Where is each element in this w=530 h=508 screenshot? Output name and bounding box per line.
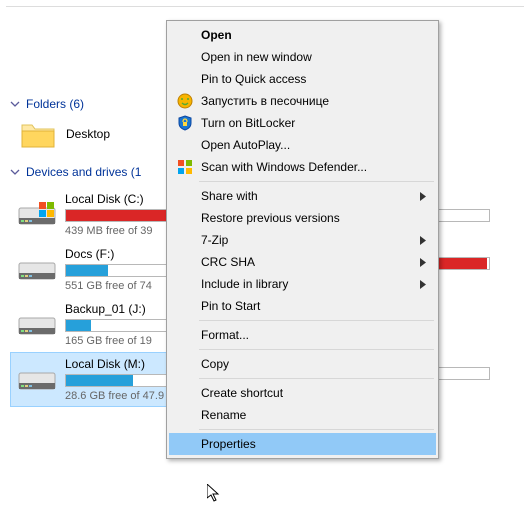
menu-item-format[interactable]: Format... <box>169 324 436 346</box>
hard-disk-icon <box>17 365 57 395</box>
hard-disk-icon <box>17 200 57 230</box>
menu-separator <box>199 378 434 379</box>
submenu-arrow-icon <box>420 258 426 267</box>
folder-label: Desktop <box>66 127 110 141</box>
menu-item-label: Restore previous versions <box>201 211 340 225</box>
mouse-cursor <box>207 484 223 504</box>
context-menu[interactable]: Open Open in new window Pin to Quick acces… <box>166 20 439 459</box>
menu-item-label: Open <box>201 28 232 42</box>
folder-desktop[interactable]: Desktop <box>20 119 160 149</box>
submenu-arrow-icon <box>420 236 426 245</box>
menu-item-scan-with-windows-defender[interactable]: Scan with Windows Defender... <box>169 156 436 178</box>
menu-item-label: CRC SHA <box>201 255 255 269</box>
menu-item-label: Запустить в песочнице <box>201 94 329 108</box>
menu-item-label: Include in library <box>201 277 288 291</box>
menu-item-label: Turn on BitLocker <box>201 116 295 130</box>
hard-disk-icon <box>17 310 57 340</box>
menu-item-label: Properties <box>201 437 256 451</box>
menu-separator <box>199 320 434 321</box>
menu-item-share-with[interactable]: Share with <box>169 185 436 207</box>
menu-item-label: Create shortcut <box>201 386 283 400</box>
devices-section-title: Devices and drives (1 <box>26 165 141 179</box>
menu-item-label: Share with <box>201 189 258 203</box>
menu-item-label: 7-Zip <box>201 233 228 247</box>
menu-item-copy[interactable]: Copy <box>169 353 436 375</box>
chevron-down-icon <box>10 167 20 177</box>
menu-item-label: Copy <box>201 357 229 371</box>
menu-item-include-in-library[interactable]: Include in library <box>169 273 436 295</box>
menu-item-create-shortcut[interactable]: Create shortcut <box>169 382 436 404</box>
menu-item-restore-previous-versions[interactable]: Restore previous versions <box>169 207 436 229</box>
menu-item-crc-sha[interactable]: CRC SHA <box>169 251 436 273</box>
menu-item-open-in-new-window[interactable]: Open in new window <box>169 46 436 68</box>
submenu-arrow-icon <box>420 192 426 201</box>
menu-item-open-autoplay[interactable]: Open AutoPlay... <box>169 134 436 156</box>
menu-item-label: Rename <box>201 408 246 422</box>
folder-icon <box>20 119 56 149</box>
menu-item-label: Scan with Windows Defender... <box>201 160 367 174</box>
menu-item-item[interactable]: Запустить в песочнице <box>169 90 436 112</box>
menu-item-turn-on-bitlocker[interactable]: Turn on BitLocker <box>169 112 436 134</box>
menu-separator <box>199 429 434 430</box>
menu-item-label: Open AutoPlay... <box>201 138 290 152</box>
bitlocker-icon <box>177 115 193 131</box>
menu-item-label: Pin to Quick access <box>201 72 306 86</box>
menu-item-label: Open in new window <box>201 50 312 64</box>
menu-item-rename[interactable]: Rename <box>169 404 436 426</box>
menu-separator <box>199 181 434 182</box>
menu-item-label: Format... <box>201 328 249 342</box>
menu-item-7-zip[interactable]: 7-Zip <box>169 229 436 251</box>
folders-section-title: Folders (6) <box>26 97 84 111</box>
menu-item-pin-to-start[interactable]: Pin to Start <box>169 295 436 317</box>
menu-separator <box>199 349 434 350</box>
sandbox-icon <box>177 93 193 109</box>
menu-item-label: Pin to Start <box>201 299 260 313</box>
menu-item-properties[interactable]: Properties <box>169 433 436 455</box>
defender-icon <box>177 159 193 175</box>
hard-disk-icon <box>17 255 57 285</box>
submenu-arrow-icon <box>420 280 426 289</box>
menu-item-open[interactable]: Open <box>169 24 436 46</box>
chevron-down-icon <box>10 99 20 109</box>
menu-item-pin-to-quick-access[interactable]: Pin to Quick access <box>169 68 436 90</box>
